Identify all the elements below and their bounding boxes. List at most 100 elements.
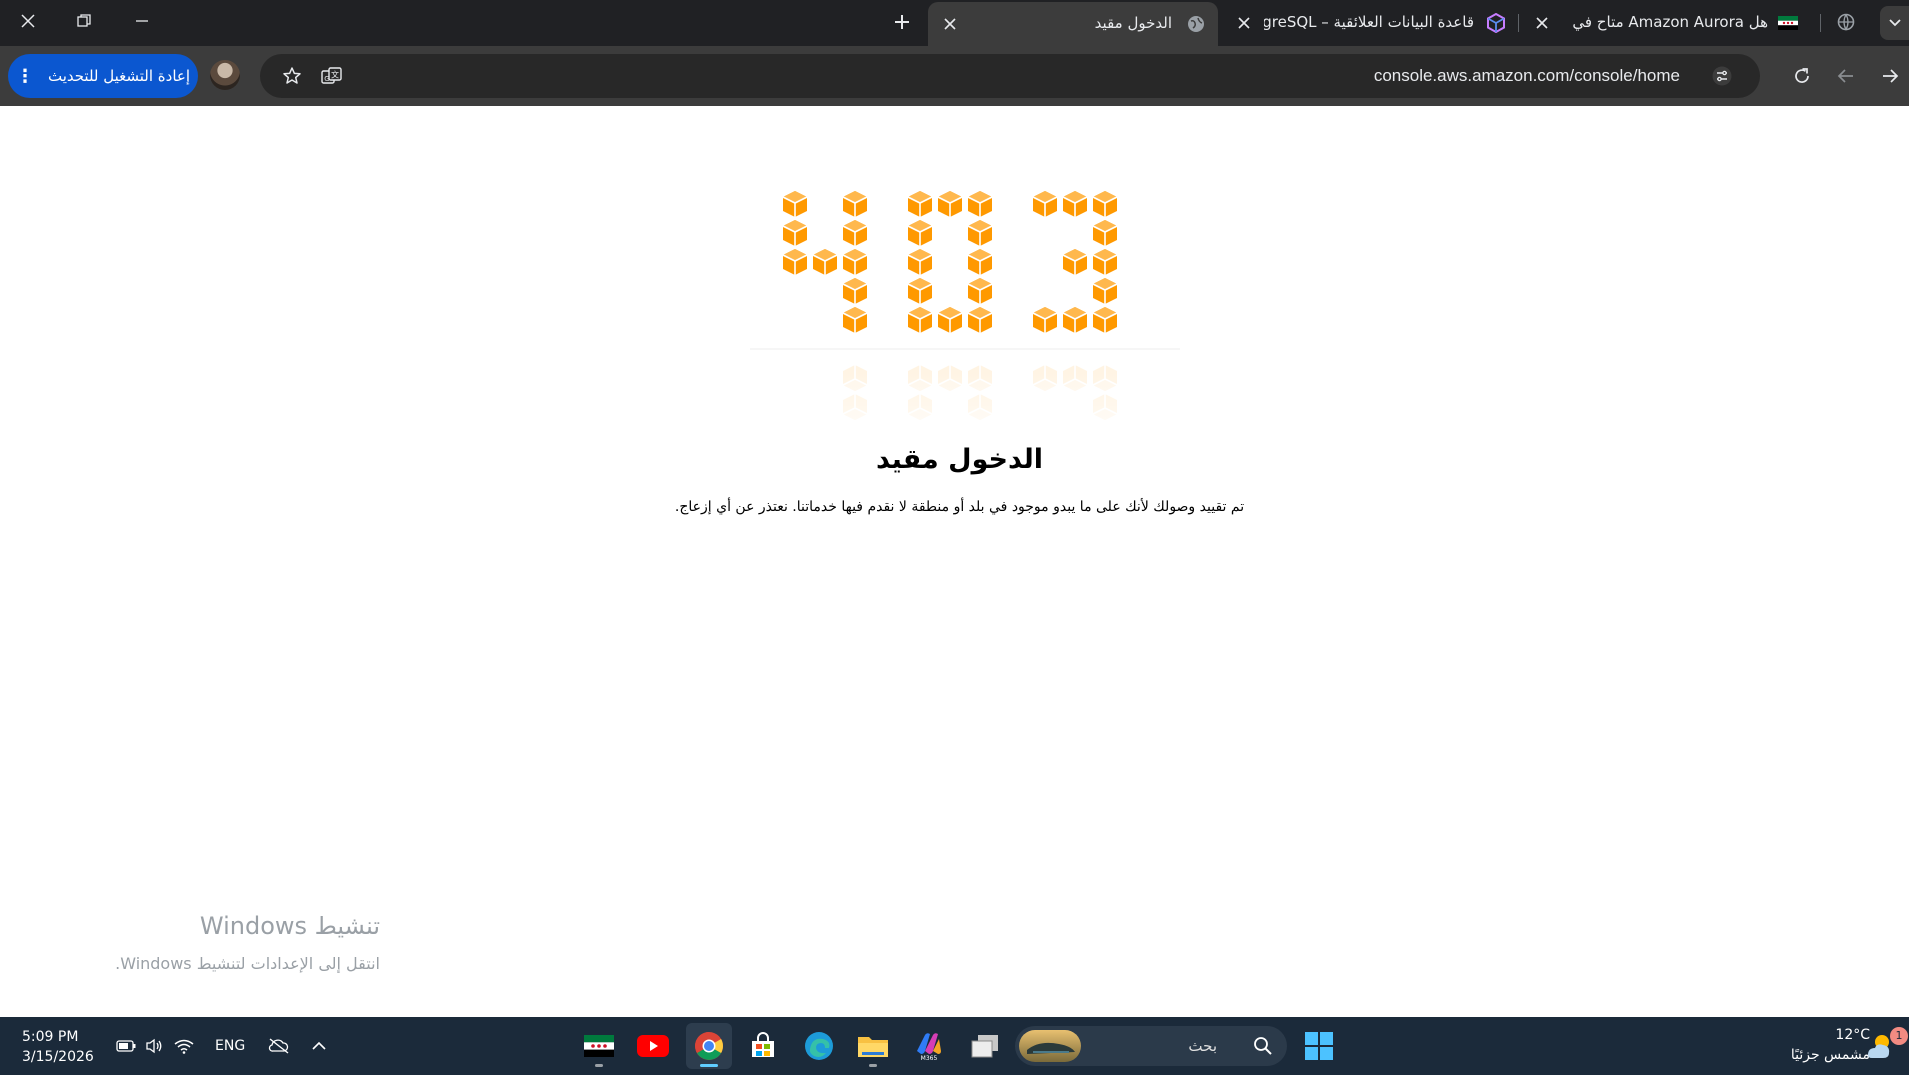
cube-block: [1032, 306, 1058, 334]
cube-block: [1032, 190, 1058, 218]
edge-icon: [805, 1032, 833, 1060]
arrow-left-icon: [1837, 69, 1853, 83]
taskbar-search[interactable]: بحث: [1015, 1026, 1287, 1066]
more-vert-icon: ⋮: [15, 65, 34, 87]
volume-icon[interactable]: [140, 1017, 168, 1075]
clock[interactable]: 5:09 PM 3/15/2026: [22, 1027, 94, 1067]
forward-button[interactable]: [1872, 58, 1908, 94]
app-icon: [971, 1035, 998, 1058]
taskbar-app-syria-flag[interactable]: [576, 1023, 622, 1069]
cube-block: [1092, 219, 1118, 247]
taskbar-app-edge[interactable]: [796, 1023, 842, 1069]
bookmark-star-icon[interactable]: [274, 58, 310, 94]
tab-separator: [1518, 14, 1519, 32]
cube-block: [1092, 306, 1118, 334]
minimize-icon: [136, 20, 148, 22]
reload-button[interactable]: [1784, 58, 1820, 94]
cloud-off-icon[interactable]: [264, 1017, 294, 1075]
tab-access-restricted[interactable]: الدخول مقيد: [928, 2, 1218, 46]
cube-block: [812, 248, 838, 276]
browser-toolbar: ⋮ إعادة التشغيل للتحديث 文G console.aws.a…: [0, 46, 1909, 106]
weather-widget[interactable]: 12°C مشمس جزئيًا: [1740, 1025, 1870, 1065]
cube-block: [907, 277, 933, 305]
notification-badge: 1: [1890, 1027, 1908, 1045]
tab-amazon-aurora[interactable]: هل Amazon Aurora متاح في سوريا: [1524, 4, 1814, 42]
cube-block: [1062, 306, 1088, 334]
wifi-icon[interactable]: [170, 1017, 198, 1075]
page-content: الدخول مقيد تم تقييد وصولك لأنك على ما ي…: [0, 106, 1909, 1017]
taskbar-app-store[interactable]: [740, 1023, 786, 1069]
battery-icon[interactable]: [112, 1017, 140, 1075]
tab-postgresql[interactable]: قاعدة البيانات العلائقية – PostgreSQL: [1222, 4, 1512, 42]
restriction-message: تم تقييد وصولك لأنك على ما يبدو موجود في…: [674, 499, 1245, 515]
taskbar-app-file-explorer[interactable]: [850, 1023, 896, 1069]
cube-block: [967, 306, 993, 334]
activation-watermark-title: تنشيط Windows: [199, 912, 380, 940]
taskbar-app-chrome[interactable]: [686, 1023, 732, 1069]
cube-block: [782, 248, 808, 276]
window-close-button[interactable]: [0, 0, 56, 42]
start-button[interactable]: [1296, 1023, 1342, 1069]
taskbar-app-youtube[interactable]: [630, 1023, 676, 1069]
cube-block: [842, 306, 868, 334]
chevron-up-icon[interactable]: [304, 1017, 334, 1075]
cube-block: [1092, 277, 1118, 305]
syria-flag-icon: [584, 1035, 614, 1057]
cube-block: [842, 248, 868, 276]
back-button[interactable]: [1828, 58, 1864, 94]
youtube-icon: [637, 1035, 669, 1057]
site-info-tune-icon[interactable]: [1704, 58, 1740, 94]
svg-text:M365: M365: [921, 1055, 938, 1061]
profile-avatar[interactable]: [210, 60, 240, 90]
url-text: console.aws.amazon.com/console/home: [1373, 66, 1680, 85]
restore-icon: [77, 14, 91, 27]
close-icon: [21, 14, 35, 28]
new-tab-button[interactable]: [885, 6, 919, 38]
error-code-cube-art: [740, 190, 1190, 481]
search-placeholder: بحث: [1188, 1037, 1217, 1055]
relaunch-label: إعادة التشغيل للتحديث: [47, 67, 191, 85]
svg-text:G: G: [324, 75, 329, 83]
cube-block: [782, 190, 808, 218]
cube-block: [967, 248, 993, 276]
file-explorer-icon: [858, 1037, 888, 1057]
tab-close-button[interactable]: [938, 12, 962, 36]
close-icon: [1238, 17, 1250, 29]
windows-start-icon: [1305, 1032, 1333, 1060]
tab-title: هل Amazon Aurora متاح في سوريا: [1568, 13, 1768, 31]
arrow-right-icon: [1883, 69, 1899, 83]
svg-text:文: 文: [331, 70, 339, 80]
cube-block: [937, 306, 963, 334]
cube-block: [907, 306, 933, 334]
cube-block: [842, 190, 868, 218]
store-icon: [752, 1032, 774, 1057]
tab-close-button[interactable]: [1232, 11, 1256, 35]
tab-title: قاعدة البيانات العلائقية – PostgreSQL: [1264, 13, 1474, 31]
tab-search-button[interactable]: [1880, 6, 1909, 40]
tab-close-button[interactable]: [1530, 11, 1554, 35]
language-indicator[interactable]: ENG: [215, 1017, 245, 1075]
cube-block: [1092, 248, 1118, 276]
chevron-down-icon: [1889, 19, 1901, 27]
running-indicator: [700, 1064, 718, 1067]
tab-strip: الدخول مقيد قاعدة البيانات العلائقية – P…: [0, 0, 1909, 46]
close-icon: [1536, 17, 1548, 29]
relaunch-to-update-button[interactable]: ⋮ إعادة التشغيل للتحديث: [8, 54, 198, 98]
cube-block: [1092, 190, 1118, 218]
address-bar[interactable]: 文G console.aws.amazon.com/console/home: [260, 54, 1760, 98]
activation-watermark-subtitle: انتقل إلى الإعدادات لتنشيط Windows.: [115, 954, 380, 973]
windows-taskbar: 5:09 PM 3/15/2026 ENG M365 بحث 12°C مشمس…: [0, 1017, 1909, 1075]
cube-block: [967, 277, 993, 305]
cube-block: [782, 219, 808, 247]
plus-icon: [895, 15, 909, 29]
running-indicator: [595, 1064, 603, 1067]
taskbar-app-generic[interactable]: [962, 1023, 1008, 1069]
cube-block: [1062, 190, 1088, 218]
close-icon: [944, 18, 956, 30]
window-restore-button[interactable]: [56, 0, 112, 42]
window-minimize-button[interactable]: [114, 0, 170, 42]
taskbar-app-m365[interactable]: M365: [906, 1023, 952, 1069]
tab-search-globe-icon[interactable]: [1828, 4, 1864, 40]
weather-temp: 12°C: [1835, 1027, 1870, 1043]
translate-icon[interactable]: 文G: [314, 58, 350, 94]
